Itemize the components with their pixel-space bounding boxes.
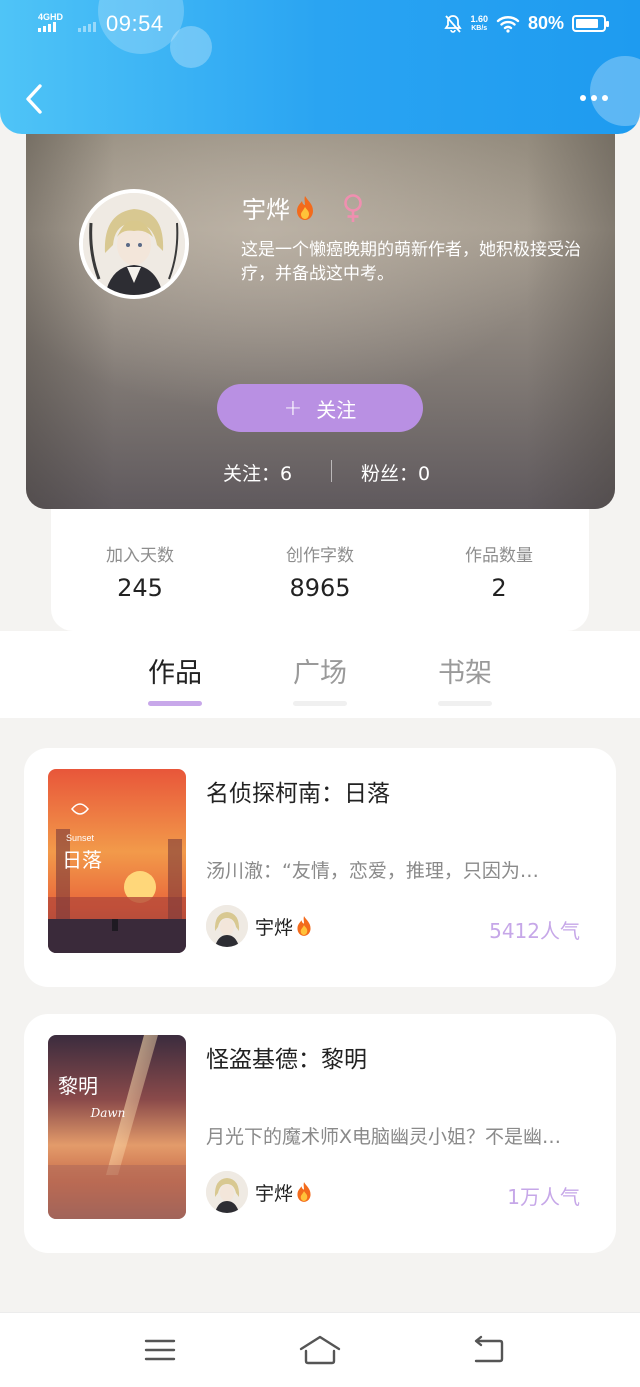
stat-label: 创作字数 (286, 546, 354, 566)
work-description: 月光下的魔术师X电脑幽灵小姐？不是幽… (206, 1126, 562, 1148)
divider (331, 460, 332, 482)
profile-card: 宇烨 这是一个懒癌晚期的萌新作者，她积极接受治疗，并备战这中考。 + 关注 关注… (26, 110, 615, 509)
work-author[interactable]: 宇烨 (206, 905, 313, 947)
work-author[interactable]: 宇烨 (206, 1171, 313, 1213)
cover-subtitle: Dawn (90, 1106, 126, 1120)
follow-counts: 关注：6 粉丝：0 (26, 457, 615, 487)
signal-icon (38, 22, 56, 32)
nav-back-icon[interactable] (470, 1335, 506, 1365)
cover-title: 黎明 (58, 1074, 98, 1098)
tab-square[interactable]: 广场 (280, 651, 360, 690)
work-cover[interactable]: 黎明 Dawn (48, 1035, 186, 1219)
status-bar: 4GHD 09:54 1.60 KB/s 80% (0, 0, 640, 50)
avatar-illustration (83, 193, 185, 295)
menu-icon[interactable] (142, 1335, 178, 1365)
stat-label: 作品数量 (465, 546, 533, 566)
net-speed-unit: KB/s (471, 24, 488, 32)
work-title[interactable]: 名侦探柯南：日落 (206, 774, 390, 808)
tab-indicator (293, 701, 347, 706)
cover-title: 日落 (62, 848, 102, 872)
net-speed: 1.60 KB/s (470, 13, 488, 33)
work-card[interactable]: Sunset 日落 名侦探柯南：日落 汤川澈：“友情，恋爱，推理，只因为… 宇烨… (24, 748, 616, 987)
profile-bio: 这是一个懒癌晚期的萌新作者，她积极接受治疗，并备战这中考。 (241, 240, 581, 284)
work-description: 汤川澈：“友情，恋爱，推理，只因为… (206, 860, 539, 882)
network-type: 4GHD (38, 12, 64, 22)
mute-icon (444, 14, 463, 33)
stat-value: 2 (491, 574, 507, 602)
flame-icon (297, 195, 313, 220)
top-header: 4GHD 09:54 1.60 KB/s 80% (0, 0, 640, 134)
author-avatar (206, 1171, 248, 1213)
stat-join-days: 加入天数 245 (60, 541, 220, 602)
flame-icon (297, 916, 311, 936)
tab-indicator-active (148, 701, 202, 706)
following-count[interactable]: 关注：6 (223, 459, 292, 486)
home-icon[interactable] (298, 1333, 342, 1367)
stat-word-count: 创作字数 8965 (240, 541, 400, 602)
work-title[interactable]: 怪盗基德：黎明 (206, 1040, 367, 1074)
work-popularity: 5412人气 (489, 919, 580, 943)
flame-icon (297, 1182, 311, 1202)
stats-card: 加入天数 245 创作字数 8965 作品数量 2 (51, 509, 589, 631)
cover-sunset-illustration: Sunset 日落 (48, 769, 186, 953)
wifi-icon (496, 15, 520, 33)
dot-icon (602, 95, 608, 101)
cover-subtitle: Sunset (66, 833, 95, 843)
stat-works-count: 作品数量 2 (419, 541, 579, 602)
plus-icon: + (283, 395, 303, 421)
dot-icon (580, 95, 586, 101)
fans-count[interactable]: 粉丝：0 (361, 459, 430, 486)
profile-name-row: 宇烨 (242, 190, 364, 225)
battery-percent: 80% (527, 13, 564, 33)
tab-indicator (438, 701, 492, 706)
battery-icon (572, 15, 609, 32)
author-name: 宇烨 (255, 916, 294, 939)
back-button[interactable] (20, 82, 50, 116)
tab-bar: 作品 广场 书架 (0, 631, 640, 718)
cover-dawn-illustration: 黎明 Dawn (48, 1035, 186, 1219)
more-options-button[interactable] (574, 86, 614, 110)
follow-button-label: 关注 (316, 397, 357, 422)
net-speed-value: 1.60 (470, 13, 488, 24)
tab-bookshelf[interactable]: 书架 (425, 651, 505, 690)
work-cover[interactable]: Sunset 日落 (48, 769, 186, 953)
system-nav-bar (0, 1312, 640, 1387)
status-time: 09:54 (106, 11, 164, 36)
profile-avatar[interactable] (79, 189, 189, 299)
work-popularity: 1万人气 (507, 1185, 580, 1209)
tab-works[interactable]: 作品 (135, 651, 215, 690)
stat-value: 245 (117, 574, 163, 602)
stat-label: 加入天数 (106, 546, 174, 566)
profile-name: 宇烨 (242, 196, 290, 224)
work-card[interactable]: 黎明 Dawn 怪盗基德：黎明 月光下的魔术师X电脑幽灵小姐？不是幽… 宇烨 1… (24, 1014, 616, 1253)
stat-value: 8965 (289, 574, 351, 602)
female-gender-icon (344, 193, 362, 222)
author-avatar (206, 905, 248, 947)
dot-icon (591, 95, 597, 101)
status-right: 1.60 KB/s 80% (444, 13, 609, 34)
follow-button[interactable]: + 关注 (217, 384, 423, 432)
signal-icon-secondary (78, 22, 96, 32)
author-name: 宇烨 (255, 1182, 294, 1205)
